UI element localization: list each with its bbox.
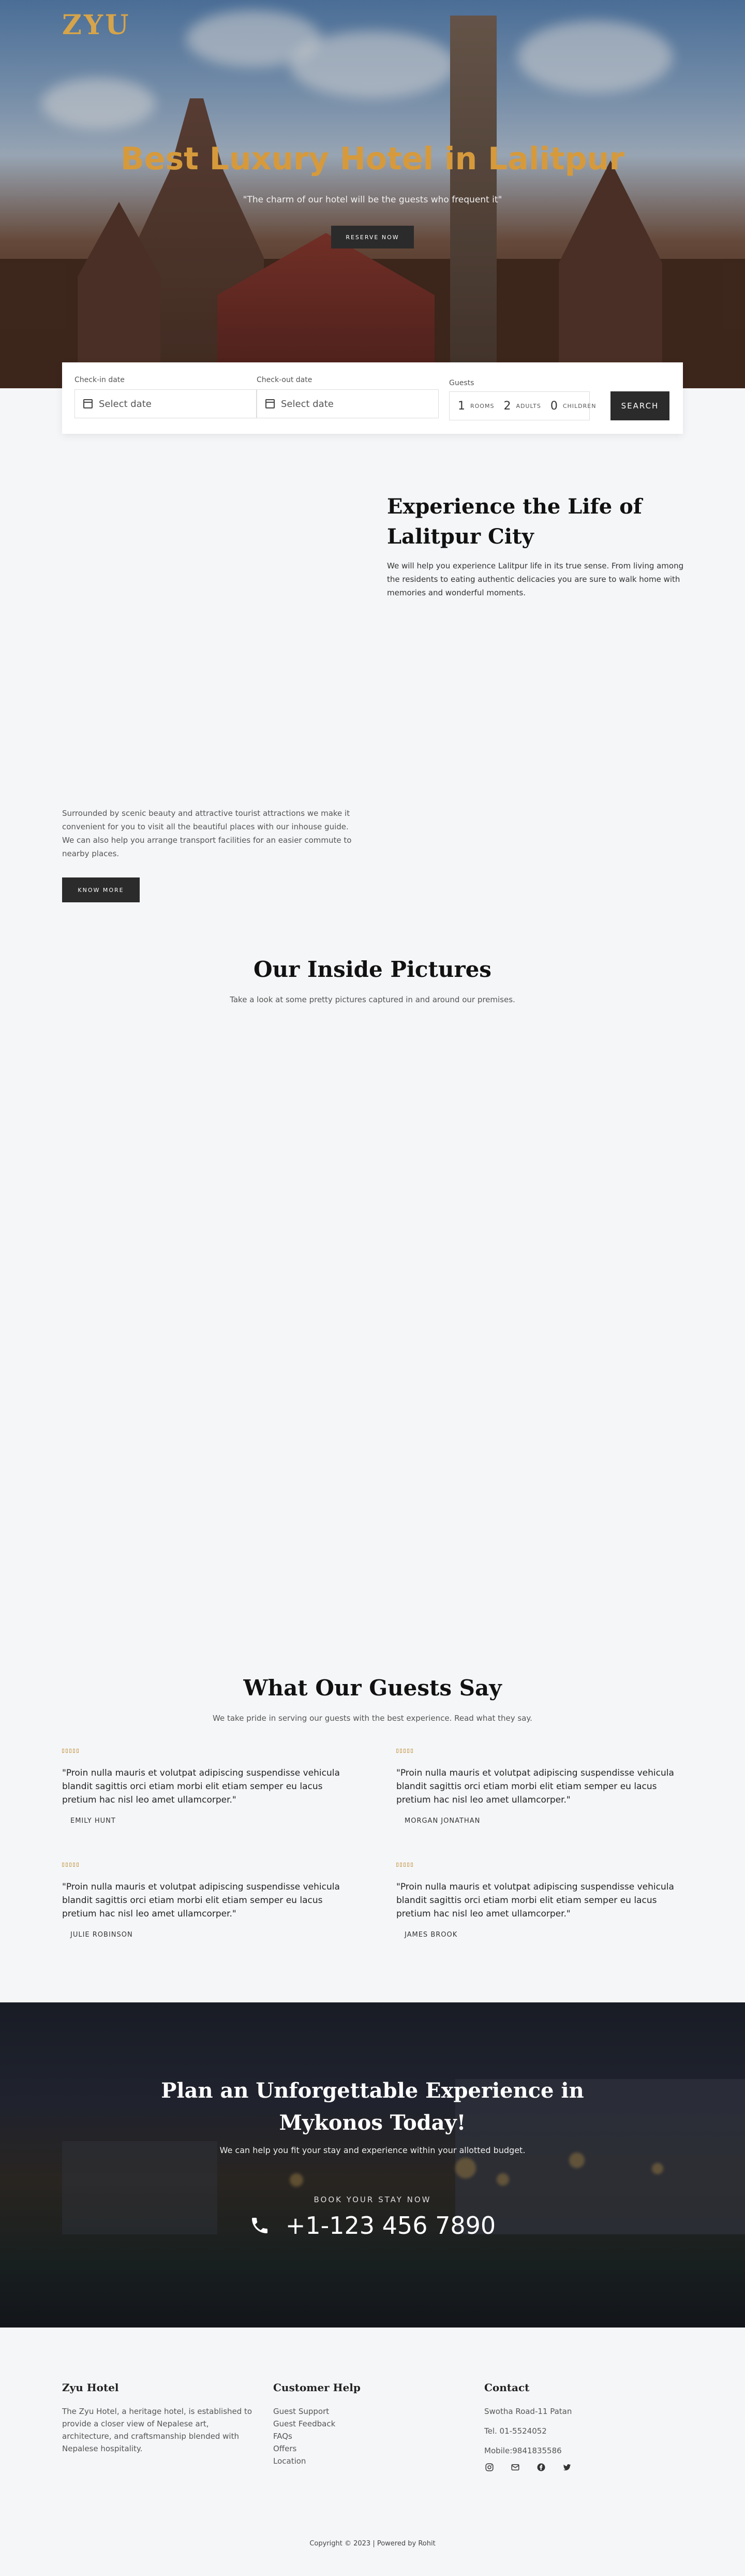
star-icon [66, 1863, 68, 1867]
testimonial-quote: "Proin nulla mauris et volutpat adipisci… [62, 1882, 340, 1919]
footer-tel: Tel. 01-5524052 [484, 2426, 547, 2436]
footer-link-guest-support[interactable]: Guest Support [273, 2405, 428, 2418]
children-count[interactable]: 0 [550, 400, 558, 413]
cta-title-line1: Plan an Unforgettable Experience in [161, 2079, 584, 2103]
star-icon [73, 1749, 75, 1753]
rating-stars [396, 1749, 686, 1753]
reserve-now-button[interactable]: RESERVE NOW [331, 226, 414, 248]
search-button[interactable]: SEARCH [610, 391, 669, 420]
star-icon [77, 1863, 79, 1867]
hero-subtitle: "The charm of our hotel will be the gues… [243, 195, 502, 205]
instagram-icon[interactable] [484, 2462, 495, 2472]
twitter-icon[interactable] [562, 2462, 572, 2472]
adults-label: ADULTS [516, 402, 541, 409]
facebook-icon[interactable] [536, 2462, 546, 2472]
guests-selector[interactable]: 1 ROOMS 2 ADULTS 0 CHILDREN [449, 391, 595, 420]
site-logo[interactable]: ZYU [62, 9, 130, 41]
rating-stars [62, 1863, 352, 1867]
hero-section: ZYU Best Luxury Hotel in Lalitpur "The c… [0, 0, 745, 388]
gallery-title: Our Inside Pictures [254, 957, 491, 982]
footer-link-faqs[interactable]: FAQs [273, 2430, 428, 2442]
checkin-placeholder: Select date [99, 398, 152, 409]
hero-title: Best Luxury Hotel in Lalitpur [121, 141, 624, 177]
footer-mobile: Mobile:9841835586 [484, 2446, 562, 2455]
footer-about-text: The Zyu Hotel, a heritage hotel, is esta… [62, 2407, 252, 2453]
book-stay-label: BOOK YOUR STAY NOW [314, 2195, 431, 2204]
footer-link-guest-feedback[interactable]: Guest Feedback [273, 2418, 428, 2430]
guests-label: Guests [449, 379, 474, 387]
rooms-count[interactable]: 1 [458, 400, 465, 413]
star-icon [66, 1749, 68, 1753]
testimonials-title: What Our Guests Say [243, 1675, 502, 1701]
footer-about: Zyu Hotel The Zyu Hotel, a heritage hote… [62, 2381, 259, 2455]
star-icon [404, 1863, 406, 1867]
testimonial-card: "Proin nulla mauris et volutpat adipisci… [396, 1749, 686, 1825]
cta-title: Plan an Unforgettable Experience in Myko… [0, 2075, 745, 2139]
footer-help: Customer Help Guest Support Guest Feedba… [273, 2381, 428, 2467]
footer-link-offers[interactable]: Offers [273, 2442, 428, 2455]
checkout-label: Check-out date [257, 376, 312, 384]
children-label: CHILDREN [562, 402, 597, 409]
booking-bar: Check-in date Select date Check-out date… [62, 362, 683, 434]
star-icon [69, 1749, 71, 1753]
phone-number: +1-123 456 7890 [285, 2212, 496, 2240]
mail-icon[interactable] [510, 2462, 520, 2472]
calendar-icon [83, 399, 93, 408]
testimonial-author: MORGAN JONATHAN [405, 1817, 481, 1825]
know-more-button[interactable]: KNOW MORE [62, 877, 140, 902]
checkout-date-field[interactable]: Select date [257, 389, 439, 418]
testimonial-card: "Proin nulla mauris et volutpat adipisci… [62, 1749, 352, 1825]
testimonial-card: "Proin nulla mauris et volutpat adipisci… [396, 1863, 686, 1939]
phone-link[interactable]: +1-123 456 7890 [0, 2212, 745, 2240]
rating-stars [396, 1863, 686, 1867]
footer-contact-title: Contact [484, 2381, 530, 2394]
testimonial-quote: "Proin nulla mauris et volutpat adipisci… [396, 1882, 674, 1919]
experience-text: We will help you experience Lalitpur lif… [387, 561, 684, 597]
cta-subtitle: We can help you fit your stay and experi… [219, 2145, 526, 2155]
footer-address: Swotha Road-11 Patan [484, 2407, 572, 2416]
star-icon [407, 1863, 409, 1867]
star-icon [400, 1749, 402, 1753]
experience-left-text: Surrounded by scenic beauty and attracti… [62, 809, 352, 858]
footer-about-title: Zyu Hotel [62, 2381, 119, 2394]
footer-help-title: Customer Help [273, 2381, 361, 2394]
gallery-subtitle: Take a look at some pretty pictures capt… [230, 995, 515, 1004]
star-icon [411, 1749, 413, 1753]
copyright-text: Copyright © 2023 | Powered by Rohit [309, 2540, 436, 2548]
adults-count[interactable]: 2 [503, 400, 511, 413]
testimonial-quote: "Proin nulla mauris et volutpat adipisci… [62, 1768, 340, 1805]
footer-contact: Contact Swotha Road-11 Patan Tel. 01-552… [484, 2381, 681, 2472]
calendar-icon [265, 399, 275, 408]
testimonial-author: JULIE ROBINSON [70, 1931, 133, 1939]
testimonial-author: JAMES BROOK [405, 1931, 458, 1939]
social-links [484, 2462, 681, 2472]
testimonial-author: EMILY HUNT [70, 1817, 116, 1825]
checkin-date-field[interactable]: Select date [74, 389, 257, 418]
cta-section: Plan an Unforgettable Experience in Myko… [0, 2002, 745, 2328]
star-icon [407, 1749, 409, 1753]
star-icon [396, 1749, 398, 1753]
star-icon [77, 1749, 79, 1753]
checkout-placeholder: Select date [281, 398, 334, 409]
footer-link-location[interactable]: Location [273, 2455, 428, 2467]
star-icon [400, 1863, 402, 1867]
star-icon [62, 1863, 64, 1867]
star-icon [396, 1863, 398, 1867]
cta-title-line2: Mykonos Today! [279, 2111, 466, 2135]
rooms-label: ROOMS [470, 402, 495, 409]
star-icon [62, 1749, 64, 1753]
star-icon [411, 1863, 413, 1867]
star-icon [69, 1863, 71, 1867]
testimonials-subtitle: We take pride in serving our guests with… [213, 1714, 532, 1723]
checkin-label: Check-in date [74, 376, 125, 384]
star-icon [404, 1749, 406, 1753]
star-icon [73, 1863, 75, 1867]
testimonial-quote: "Proin nulla mauris et volutpat adipisci… [396, 1768, 674, 1805]
experience-title: Experience the Life of Lalitpur City [387, 494, 643, 549]
phone-icon [251, 2218, 267, 2233]
rating-stars [62, 1749, 352, 1753]
testimonial-card: "Proin nulla mauris et volutpat adipisci… [62, 1863, 352, 1939]
